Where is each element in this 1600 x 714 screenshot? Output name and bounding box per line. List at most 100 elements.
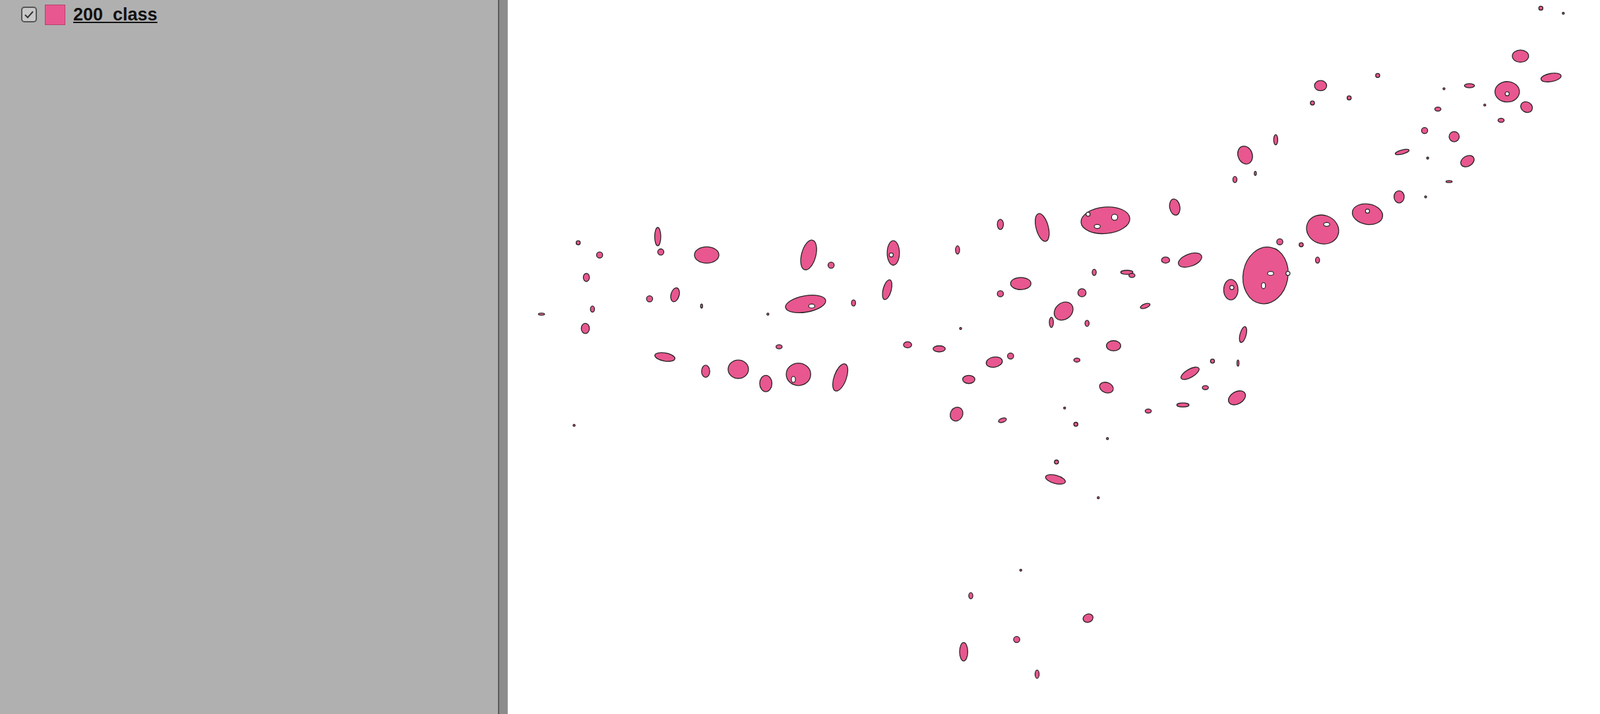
polygon-feature[interactable] xyxy=(1518,99,1535,115)
polygon-feature[interactable] xyxy=(903,341,912,348)
polygon-feature[interactable] xyxy=(701,365,710,378)
polygon-feature[interactable] xyxy=(784,292,828,316)
polygon-feature[interactable] xyxy=(1034,670,1039,678)
polygon-feature[interactable] xyxy=(1073,422,1078,427)
polygon-feature[interactable] xyxy=(1237,360,1240,367)
polygon-feature[interactable] xyxy=(1302,210,1343,249)
layer-checkbox[interactable] xyxy=(21,6,37,23)
panel-splitter[interactable] xyxy=(497,0,508,714)
polygon-feature[interactable] xyxy=(1097,496,1100,499)
polygon-feature[interactable] xyxy=(759,375,773,392)
polygon-feature[interactable] xyxy=(1129,273,1136,278)
polygon-feature[interactable] xyxy=(728,360,749,379)
polygon-feature[interactable] xyxy=(1044,472,1067,487)
polygon-feature[interactable] xyxy=(1426,156,1429,159)
polygon-feature[interactable] xyxy=(1310,100,1315,105)
polygon-feature[interactable] xyxy=(654,227,661,247)
polygon-feature[interactable] xyxy=(1421,127,1428,134)
polygon-feature[interactable] xyxy=(1394,148,1411,157)
polygon-feature[interactable] xyxy=(1161,257,1170,264)
polygon-feature[interactable] xyxy=(1079,205,1131,237)
polygon-feature[interactable] xyxy=(1176,249,1204,270)
polygon-feature[interactable] xyxy=(1106,340,1122,351)
polygon-feature[interactable] xyxy=(1092,269,1097,276)
polygon-feature[interactable] xyxy=(933,345,946,352)
polygon-feature[interactable] xyxy=(776,344,783,349)
polygon-feature[interactable] xyxy=(1375,73,1380,78)
polygon-feature[interactable] xyxy=(968,592,973,599)
polygon-feature[interactable] xyxy=(962,375,976,384)
polygon-feature[interactable] xyxy=(1176,402,1190,407)
polygon-feature[interactable] xyxy=(1314,80,1327,91)
polygon-feature[interactable] xyxy=(959,327,962,330)
polygon-feature[interactable] xyxy=(1226,387,1248,408)
polygon-feature[interactable] xyxy=(694,246,719,264)
polygon-feature[interactable] xyxy=(596,251,603,258)
polygon-feature[interactable] xyxy=(851,300,856,307)
polygon-feature[interactable] xyxy=(1350,201,1385,228)
polygon-feature[interactable] xyxy=(1202,385,1209,390)
polygon-feature[interactable] xyxy=(1424,195,1427,198)
polygon-feature[interactable] xyxy=(1139,302,1151,310)
polygon-feature[interactable] xyxy=(1032,212,1052,244)
polygon-feature[interactable] xyxy=(1538,5,1543,10)
polygon-feature[interactable] xyxy=(1299,242,1304,247)
polygon-feature[interactable] xyxy=(880,278,894,301)
polygon-feature[interactable] xyxy=(1007,352,1014,359)
polygon-feature[interactable] xyxy=(1483,104,1486,107)
polygon-feature[interactable] xyxy=(1458,153,1477,169)
polygon-feature[interactable] xyxy=(1063,406,1066,409)
polygon-feature[interactable] xyxy=(1238,243,1293,308)
polygon-feature[interactable] xyxy=(1106,437,1109,440)
polygon-feature[interactable] xyxy=(1347,95,1352,100)
polygon-feature[interactable] xyxy=(1210,359,1215,364)
polygon-feature[interactable] xyxy=(1562,12,1565,15)
polygon-feature[interactable] xyxy=(1273,134,1278,145)
polygon-feature[interactable] xyxy=(1084,320,1089,327)
polygon-feature[interactable] xyxy=(654,351,677,364)
polygon-feature[interactable] xyxy=(887,240,900,266)
polygon-feature[interactable] xyxy=(581,323,589,334)
polygon-feature[interactable] xyxy=(1448,131,1459,142)
polygon-feature[interactable] xyxy=(798,238,820,272)
polygon-feature[interactable] xyxy=(1081,612,1095,624)
polygon-feature[interactable] xyxy=(583,273,589,282)
polygon-feature[interactable] xyxy=(1497,118,1504,123)
layer-row[interactable]: 200_class xyxy=(21,3,498,26)
polygon-feature[interactable] xyxy=(1223,279,1238,301)
polygon-feature[interactable] xyxy=(1098,380,1116,396)
polygon-feature[interactable] xyxy=(1013,636,1020,643)
polygon-feature[interactable] xyxy=(1254,171,1257,176)
polygon-feature[interactable] xyxy=(1539,71,1562,84)
polygon-feature[interactable] xyxy=(1049,317,1054,328)
polygon-feature[interactable] xyxy=(1077,288,1086,297)
polygon-feature[interactable] xyxy=(538,313,545,316)
polygon-feature[interactable] xyxy=(786,363,811,386)
polygon-feature[interactable] xyxy=(1435,106,1442,111)
polygon-feature[interactable] xyxy=(657,249,664,256)
polygon-feature[interactable] xyxy=(1050,298,1077,324)
polygon-feature[interactable] xyxy=(590,306,595,312)
polygon-feature[interactable] xyxy=(767,313,770,316)
polygon-feature[interactable] xyxy=(1168,198,1182,217)
polygon-feature[interactable] xyxy=(1232,176,1237,183)
polygon-feature[interactable] xyxy=(646,296,653,303)
polygon-feature[interactable] xyxy=(1179,364,1201,382)
polygon-feature[interactable] xyxy=(1315,257,1320,264)
polygon-feature[interactable] xyxy=(1276,238,1283,245)
polygon-feature[interactable] xyxy=(1144,408,1151,413)
polygon-feature[interactable] xyxy=(1464,83,1475,88)
polygon-feature[interactable] xyxy=(1054,460,1059,465)
polygon-feature[interactable] xyxy=(828,262,835,269)
polygon-feature[interactable] xyxy=(1512,50,1529,63)
polygon-feature[interactable] xyxy=(985,355,1004,369)
polygon-feature[interactable] xyxy=(700,304,703,308)
map-canvas[interactable] xyxy=(507,0,1600,714)
polygon-feature[interactable] xyxy=(1394,190,1405,204)
polygon-feature[interactable] xyxy=(1237,325,1248,343)
polygon-feature[interactable] xyxy=(997,290,1004,297)
polygon-feature[interactable] xyxy=(1010,277,1031,291)
polygon-feature[interactable] xyxy=(576,240,581,245)
polygon-feature[interactable] xyxy=(955,246,960,254)
polygon-feature[interactable] xyxy=(1443,87,1446,90)
